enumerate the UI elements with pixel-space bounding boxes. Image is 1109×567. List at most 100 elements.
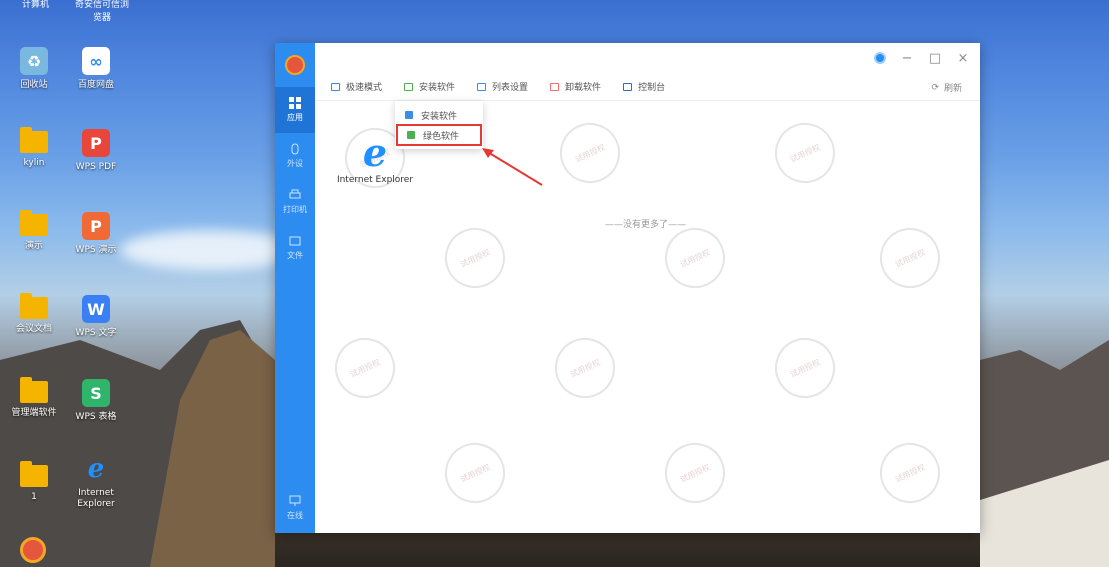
- fast-mode-icon: [331, 82, 340, 91]
- title-bar: − □ ×: [315, 43, 980, 73]
- tool-fast-mode[interactable]: 极速模式: [331, 80, 382, 93]
- sidebar-item-apps[interactable]: 应用: [275, 87, 315, 133]
- desktop-icon-label: WPS 文字: [75, 328, 117, 338]
- dropdown-item-green-software[interactable]: 绿色软件: [396, 124, 482, 146]
- refresh-button[interactable]: ⟳ 刷新: [931, 81, 962, 95]
- wps-presentation-icon: P: [82, 212, 110, 240]
- watermark-text: 试用授权: [458, 247, 492, 269]
- start-menu-icon[interactable]: [20, 537, 46, 563]
- trial-watermark: 试用授权: [545, 328, 625, 408]
- sidebar-item-files[interactable]: 文件: [275, 225, 315, 271]
- desktop-icon-wps-spreadsheet[interactable]: S WPS 表格: [64, 379, 128, 423]
- browser-label-line2: 览器: [92, 13, 111, 23]
- desktop-icon-baidu-netdisk[interactable]: ∞ 百度网盘: [64, 47, 128, 91]
- desktop-icon-recycle-bin[interactable]: ♻ 回收站: [2, 47, 66, 91]
- annotation-arrow: [482, 148, 543, 186]
- no-more-message: ——没有更多了——: [605, 220, 687, 230]
- watermark-text: 试用授权: [678, 462, 712, 484]
- tool-install-software[interactable]: 安装软件: [404, 80, 455, 93]
- desktop-icon-meeting-docs[interactable]: 会议文档: [2, 293, 66, 335]
- grid-icon: [289, 97, 301, 109]
- sidebar-item-label: 外设: [287, 159, 303, 168]
- install-icon: [404, 82, 414, 91]
- folder-icon: [20, 293, 48, 319]
- app-tile-label: Internet Explorer: [336, 175, 414, 185]
- desktop-icon-label: 回收站: [20, 80, 48, 90]
- trial-watermark: 试用授权: [435, 218, 515, 298]
- desktop-icon-label: kylin: [23, 158, 45, 168]
- desktop-icon-label: WPS 表格: [75, 412, 117, 422]
- desktop-icon-admin-software[interactable]: 管理端软件: [2, 377, 66, 419]
- minimize-button[interactable]: −: [900, 51, 914, 66]
- desktop-icon-label: 会议文档: [15, 324, 52, 334]
- tool-list-settings[interactable]: 列表设置: [477, 80, 528, 93]
- folder-icon: [20, 377, 48, 403]
- sidebar-item-label: 打印机: [283, 205, 307, 214]
- mouse-icon: [291, 143, 299, 155]
- maximize-button[interactable]: □: [928, 51, 942, 66]
- dropdown-item-label: 安装软件: [421, 111, 458, 122]
- monitor-icon: [289, 495, 301, 506]
- watermark-text: 试用授权: [678, 247, 712, 269]
- main-content: − □ × 极速模式 安装软件 列表设置 卸载软件 控制台 ⟳ 刷新 安装软件 绿…: [315, 43, 980, 533]
- ie-icon: e: [362, 130, 388, 175]
- tool-label: 安装软件: [419, 83, 456, 93]
- folder-icon: [20, 127, 48, 153]
- baidu-netdisk-icon: ∞: [82, 47, 110, 75]
- trial-watermark: 试用授权: [765, 113, 845, 193]
- printer-icon: [289, 189, 301, 199]
- wps-spreadsheet-icon: S: [82, 379, 110, 407]
- desktop-label-computer: 计算机: [22, 0, 50, 10]
- watermark-text: 试用授权: [788, 142, 822, 164]
- trial-watermark: 试用授权: [550, 113, 630, 193]
- file-icon: [289, 236, 301, 246]
- trial-watermark: 试用授权: [325, 328, 405, 408]
- trial-watermark: 试用授权: [435, 433, 515, 513]
- tool-console[interactable]: 控制台: [623, 80, 665, 93]
- desktop-icon-internet-explorer[interactable]: e Internet Explorer: [64, 454, 128, 510]
- sidebar-item-label: 文件: [287, 251, 303, 260]
- desktop-icon-label: 百度网盘: [77, 80, 114, 90]
- wps-writer-icon: W: [82, 295, 110, 323]
- ie-icon: e: [87, 454, 105, 484]
- install-software-icon: [405, 111, 413, 119]
- install-dropdown-menu: 安装软件 绿色软件: [395, 101, 483, 149]
- watermark-text: 试用授权: [893, 462, 927, 484]
- desktop-icon-wps-presentation[interactable]: P WPS 演示: [64, 212, 128, 256]
- sidebar-item-printer[interactable]: 打印机: [275, 179, 315, 225]
- desktop-icon-label: WPS 演示: [75, 245, 117, 255]
- cloud: [120, 230, 300, 270]
- desktop-icon-label: 演示: [24, 241, 43, 251]
- dropdown-item-install-software[interactable]: 安装软件: [395, 105, 483, 125]
- uninstall-icon: [550, 82, 560, 91]
- trial-watermark: 试用授权: [870, 433, 950, 513]
- trial-watermark: 试用授权: [655, 433, 735, 513]
- desktop-icon-presentation-folder[interactable]: 演示: [2, 210, 66, 252]
- user-avatar-icon[interactable]: [874, 52, 886, 64]
- desktop-icon-kylin[interactable]: kylin: [2, 127, 66, 169]
- desktop-icon-folder-1[interactable]: 1: [2, 461, 66, 503]
- desktop-icon-wps-writer[interactable]: W WPS 文字: [64, 295, 128, 339]
- wps-pdf-icon: P: [82, 129, 110, 157]
- trial-watermark: 试用授权: [655, 218, 735, 298]
- app-logo-icon: [275, 43, 315, 87]
- trial-watermark: 试用授权: [870, 218, 950, 298]
- online-status: 在线: [275, 485, 315, 531]
- desktop-icon-wps-pdf[interactable]: P WPS PDF: [64, 129, 128, 173]
- tool-uninstall-software[interactable]: 卸载软件: [550, 80, 601, 93]
- folder-icon: [20, 210, 48, 236]
- sidebar-item-label: 应用: [287, 113, 303, 122]
- refresh-icon: ⟳: [931, 82, 939, 93]
- browser-label-line1: 奇安信可信浏: [74, 0, 129, 10]
- close-button[interactable]: ×: [956, 51, 970, 66]
- watermark-text: 试用授权: [568, 357, 602, 379]
- sidebar: 应用 外设 打印机 文件 在线: [275, 43, 315, 533]
- watermark-text: 试用授权: [893, 247, 927, 269]
- watermark-text: 试用授权: [788, 357, 822, 379]
- online-label: 在线: [287, 511, 303, 520]
- sidebar-item-peripherals[interactable]: 外设: [275, 133, 315, 179]
- folder-icon: [20, 461, 48, 487]
- watermark-text: 试用授权: [348, 357, 382, 379]
- tool-label: 列表设置: [492, 83, 529, 93]
- desktop-icon-label: WPS PDF: [75, 162, 117, 172]
